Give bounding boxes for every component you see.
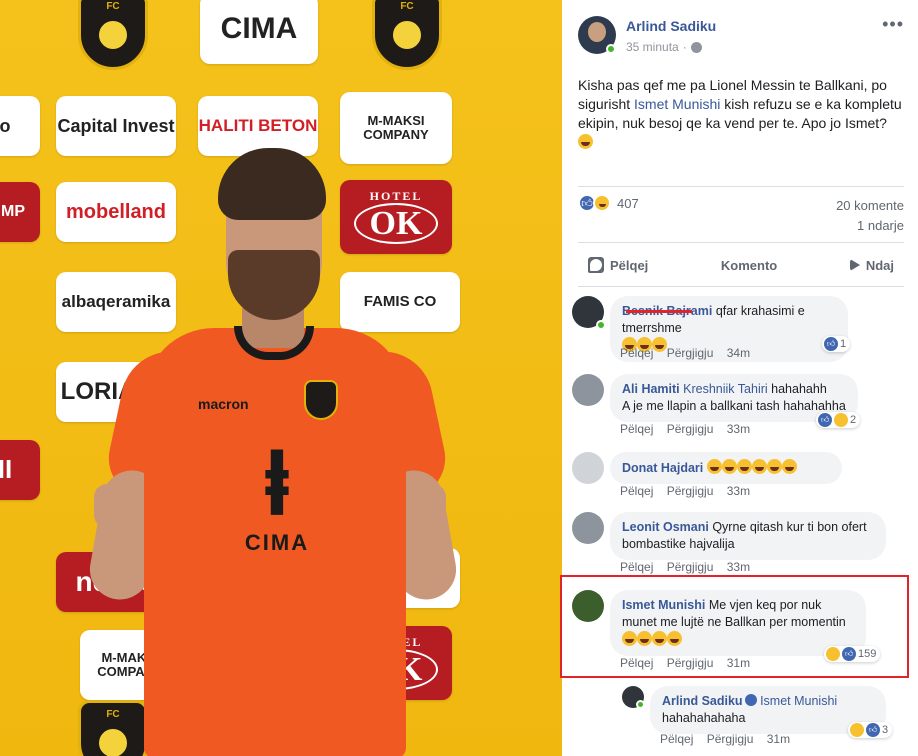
sponsor-logo: CIMA bbox=[200, 0, 318, 64]
club-badge-icon: FC bbox=[372, 0, 442, 70]
comment-time[interactable]: 33m bbox=[727, 560, 750, 574]
post-meta: 35 minuta · bbox=[626, 40, 702, 54]
comment-time[interactable]: 31m bbox=[767, 732, 790, 746]
post-time[interactable]: 35 minuta bbox=[626, 40, 679, 54]
comment-reply-button[interactable]: Përgjigju bbox=[667, 346, 714, 360]
laughing-emoji-icon bbox=[736, 459, 752, 474]
shares-count[interactable]: 1 ndarje bbox=[836, 216, 904, 236]
comment-bubble: Leonit Osmani Qyrne qitash kur ti bon of… bbox=[610, 512, 886, 560]
post-counts: 20 komente 1 ndarje bbox=[836, 196, 904, 236]
thumbs-up bbox=[94, 484, 120, 528]
laughing-emoji-icon bbox=[751, 459, 767, 474]
share-icon bbox=[849, 259, 860, 271]
comment-footer: Pëlqej Përgjigju 31m bbox=[660, 732, 800, 746]
commenter-avatar[interactable] bbox=[572, 374, 604, 406]
comment-like-button[interactable]: Pëlqej bbox=[620, 560, 653, 574]
reaction-count: 407 bbox=[617, 195, 639, 211]
player-figure: macron ⱡ CIMA bbox=[85, 140, 461, 756]
commenter-avatar[interactable] bbox=[572, 452, 604, 484]
comment-like-button[interactable]: Pëlqej bbox=[660, 732, 693, 746]
like-reaction-icon: 👍︎ bbox=[866, 723, 880, 737]
more-options-icon[interactable]: ••• bbox=[882, 14, 904, 35]
mention-link[interactable]: Ismet Munishi bbox=[634, 96, 720, 112]
mention-link[interactable]: Ismet Munishi bbox=[760, 694, 837, 708]
commenter-name[interactable]: Besnik Bajrami bbox=[622, 304, 712, 318]
comment-button[interactable]: Komento bbox=[588, 254, 787, 277]
post-author[interactable]: Arlind Sadiku bbox=[626, 18, 716, 34]
haha-reaction-icon bbox=[850, 723, 864, 737]
like-reaction-icon: 👍︎ bbox=[824, 337, 838, 351]
comment-reaction-count: 1 bbox=[840, 338, 847, 350]
comment-like-button[interactable]: Pëlqej bbox=[620, 346, 653, 360]
comment-reaction-count: 3 bbox=[882, 724, 889, 736]
laughing-emoji-icon bbox=[781, 459, 797, 474]
commenter-name[interactable]: Arlind Sadiku bbox=[662, 694, 743, 708]
commenter-name[interactable]: Leonit Osmani bbox=[622, 520, 709, 534]
laughing-emoji-icon bbox=[578, 134, 593, 149]
share-label: Ndaj bbox=[865, 257, 894, 273]
comment-reply-button[interactable]: Përgjigju bbox=[707, 732, 754, 746]
comment-footer: Pëlqej Përgjigju 34m bbox=[620, 346, 760, 360]
post-reactions[interactable]: 👍︎ 407 bbox=[578, 194, 639, 212]
comment-footer: Pëlqej Përgjigju 33m bbox=[620, 560, 760, 574]
sponsor-logo: o bbox=[0, 96, 40, 156]
thumbs-up bbox=[420, 484, 446, 528]
player-hair bbox=[218, 148, 326, 220]
comment-reaction-count: 2 bbox=[850, 414, 857, 426]
comment-like-button[interactable]: Pëlqej bbox=[620, 484, 653, 498]
comment-footer: Pëlqej Përgjigju 33m bbox=[620, 422, 760, 436]
sponsor-logo: N MP bbox=[0, 182, 40, 242]
divider bbox=[578, 242, 904, 243]
jersey-sponsor: ⱡ CIMA bbox=[222, 440, 332, 556]
comment-label: Komento bbox=[720, 257, 778, 273]
online-status-icon bbox=[636, 700, 645, 709]
divider bbox=[578, 286, 904, 287]
comment-footer: Pëlqej Përgjigju 33m bbox=[620, 484, 760, 498]
laughing-emoji-icon bbox=[721, 459, 737, 474]
commenter-avatar[interactable] bbox=[572, 512, 604, 544]
club-badge-icon: FC bbox=[78, 0, 148, 70]
online-status-icon bbox=[606, 44, 616, 54]
comment-reply-button[interactable]: Përgjigju bbox=[667, 422, 714, 436]
divider bbox=[578, 186, 904, 187]
jersey-brand: macron bbox=[198, 396, 249, 412]
like-label: Pëlqej bbox=[610, 257, 649, 273]
comment-icon bbox=[588, 257, 604, 273]
comment-time[interactable]: 33m bbox=[727, 484, 750, 498]
comment-text: hahahahahaha bbox=[662, 711, 746, 725]
comment-like-button[interactable]: Pëlqej bbox=[620, 422, 653, 436]
comment-reply-button[interactable]: Përgjigju bbox=[667, 484, 714, 498]
comment-reactions[interactable]: 👍︎ 1 bbox=[822, 336, 851, 352]
post-photo[interactable]: FC CIMA FC o Capital Invest HALITI BETON… bbox=[0, 0, 562, 756]
comment-bubble: Donat Hajdari bbox=[610, 452, 842, 484]
comment-text: hahahahh bbox=[771, 382, 827, 396]
post-actions: Pëlqej Komento Ndaj bbox=[578, 248, 904, 282]
laughing-emoji-icon bbox=[706, 459, 722, 474]
jersey-sponsor-text: CIMA bbox=[244, 530, 310, 555]
commenter-name[interactable]: Ali Hamiti bbox=[622, 382, 680, 396]
verified-icon bbox=[744, 694, 757, 706]
comment-reactions[interactable]: 👍︎ 3 bbox=[848, 722, 893, 738]
online-status-icon bbox=[596, 320, 606, 330]
share-button[interactable]: Ndaj bbox=[840, 254, 904, 277]
comment-time[interactable]: 34m bbox=[727, 346, 750, 360]
comment-text: A je me llapin a ballkani tash hahahahha bbox=[622, 399, 846, 413]
like-reaction-icon: 👍︎ bbox=[818, 413, 832, 427]
sponsor-logo: II bbox=[0, 440, 40, 500]
commenter-name[interactable]: Donat Hajdari bbox=[622, 461, 703, 475]
comments-count[interactable]: 20 komente bbox=[836, 196, 904, 216]
haha-reaction-icon bbox=[593, 194, 611, 212]
jersey-crest-icon bbox=[304, 380, 338, 420]
globe-icon bbox=[690, 41, 702, 53]
haha-reaction-icon bbox=[834, 413, 848, 427]
mention-link[interactable]: Kreshniik Tahiri bbox=[683, 382, 768, 396]
laughing-emoji-icon bbox=[766, 459, 782, 474]
comment-reactions[interactable]: 👍︎ 2 bbox=[816, 412, 861, 428]
highlight-annotation bbox=[560, 575, 909, 678]
comment-time[interactable]: 33m bbox=[727, 422, 750, 436]
comment-reply-button[interactable]: Përgjigju bbox=[667, 560, 714, 574]
post-text: Kisha pas qef me pa Lionel Messin te Bal… bbox=[578, 76, 908, 152]
